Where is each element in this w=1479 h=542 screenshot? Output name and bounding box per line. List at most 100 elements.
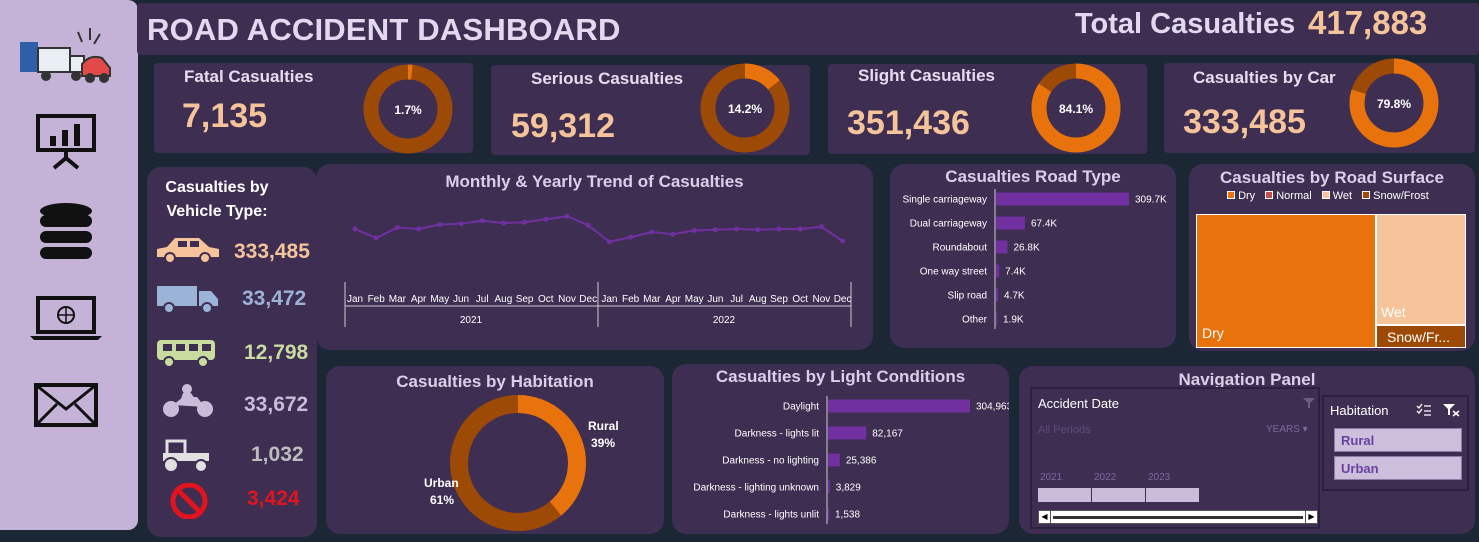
trend-point — [585, 222, 591, 228]
x-tick-label: Feb — [622, 294, 640, 305]
habitation-slicer[interactable]: Habitation Rural Urban — [1322, 395, 1469, 491]
trend-point — [479, 218, 485, 224]
kpi-donut-label: 84.1% — [1058, 102, 1094, 116]
year-bar-2021[interactable] — [1038, 488, 1091, 502]
total-casualties-value: 417,883 — [1308, 4, 1428, 41]
road-surface-panel: Casualties by Road Surface Dry Normal We… — [1189, 164, 1475, 351]
clear-filter-icon[interactable] — [1442, 403, 1460, 417]
kpi-donut-label: 14.2% — [727, 102, 763, 116]
bar — [828, 507, 829, 521]
bar — [828, 480, 830, 494]
trend-point — [564, 213, 570, 219]
trend-point — [373, 235, 379, 241]
bus-icon — [157, 340, 215, 368]
year-bar-2022[interactable] — [1092, 488, 1145, 502]
bar — [828, 426, 867, 440]
kpi-card-car: Casualties by Car 333,485 79.8% — [1164, 58, 1475, 153]
kpi-value: 59,312 — [511, 107, 615, 145]
page-title: ROAD ACCIDENT DASHBOARD — [147, 12, 621, 47]
motorcycle-icon — [163, 384, 213, 417]
multi-select-icon[interactable] — [1416, 403, 1432, 417]
category-label: Darkness - lights lit — [735, 429, 820, 440]
trend-point — [416, 226, 422, 232]
trend-point — [840, 238, 846, 244]
kpi-value: 7,135 — [182, 97, 268, 135]
bar — [996, 216, 1025, 230]
x-tick-label: Jan — [347, 294, 363, 305]
road-surface-legend: Dry Normal Wet Snow/Frost — [1227, 190, 1429, 202]
presentation-icon[interactable] — [18, 106, 114, 176]
habitation-option-rural[interactable]: Rural — [1334, 428, 1462, 452]
x-tick-label: Nov — [558, 294, 576, 305]
data-label: 304,963 — [976, 402, 1009, 413]
legend-snow: Snow/Frost — [1362, 190, 1429, 202]
kpi-donut-label: 79.8% — [1376, 97, 1412, 111]
habitation-option-urban[interactable]: Urban — [1334, 456, 1462, 480]
trend-point — [755, 227, 761, 233]
trend-point — [628, 234, 634, 240]
trend-point — [500, 220, 506, 226]
habitation-panel: Casualties by Habitation Rural 39% Urban… — [326, 366, 664, 534]
bar — [828, 453, 840, 467]
year-label-2021: 2021 — [1040, 472, 1063, 483]
kpi-title: Serious Casualties — [531, 69, 684, 88]
x-tick-label: Oct — [538, 294, 554, 305]
category-label: Roundabout — [933, 243, 988, 254]
trend-point — [818, 224, 824, 230]
accident-icon[interactable] — [18, 22, 114, 92]
year-label: 2021 — [460, 315, 483, 326]
kpi-card-serious: Serious Casualties 59,312 14.2% — [491, 63, 810, 155]
x-tick-label: Mar — [643, 294, 661, 305]
mail-icon[interactable] — [18, 370, 114, 440]
x-tick-label: Jun — [707, 294, 723, 305]
x-tick-label: Dec — [834, 294, 852, 305]
legend-dry: Dry — [1227, 190, 1255, 202]
x-tick-label: Jan — [601, 294, 617, 305]
scroll-left-icon[interactable]: ◀ — [1039, 511, 1051, 523]
x-tick-label: Mar — [389, 294, 407, 305]
bar — [996, 312, 997, 326]
kpi-card-slight: Slight Casualties 351,436 84.1% — [828, 63, 1147, 154]
trend-point — [797, 226, 803, 232]
habitation-donut — [450, 395, 586, 531]
accident-date-slicer[interactable]: Accident Date All Periods YEARS ▾ 2021 2… — [1030, 387, 1320, 529]
trend-point — [649, 229, 655, 235]
chart-title: Casualties by Road Surface — [1220, 168, 1444, 187]
category-label: One way street — [920, 267, 987, 278]
no-entry-icon — [170, 483, 208, 519]
category-label: Single carriageway — [903, 195, 988, 206]
kpi-donut-label: 1.7% — [394, 103, 422, 117]
data-label: 3,829 — [836, 483, 861, 494]
urban-label: Urban — [424, 476, 459, 490]
x-tick-label: Jun — [453, 294, 469, 305]
trend-point — [543, 216, 549, 222]
rural-label: Rural — [588, 419, 619, 433]
category-label: Darkness - lighting unknown — [693, 483, 819, 494]
trend-point — [734, 226, 740, 232]
x-tick-label: May — [685, 294, 704, 305]
bar — [996, 264, 1000, 278]
treemap-dry: Dry — [1196, 214, 1376, 348]
timeline-scrollbar[interactable]: ◀ ▶ — [1038, 510, 1318, 524]
data-label: 7.4K — [1005, 267, 1026, 278]
rural-pct: 39% — [591, 436, 616, 450]
vehicle-value-other: 3,424 — [247, 487, 300, 510]
vehicle-title-line1: Casualties by — [165, 179, 269, 196]
kpi-title: Slight Casualties — [858, 66, 995, 85]
scroll-right-icon[interactable]: ▶ — [1305, 511, 1317, 523]
x-tick-label: Apr — [665, 294, 681, 305]
x-tick-label: Dec — [579, 294, 597, 305]
all-periods-label: All Periods — [1038, 424, 1091, 436]
tractor-icon — [163, 439, 209, 473]
habitation-slicer-title: Habitation — [1330, 403, 1389, 418]
x-tick-label: Aug — [495, 294, 513, 305]
database-icon[interactable] — [18, 196, 114, 266]
year-label: 2022 — [713, 315, 736, 326]
clear-filter-icon[interactable] — [1302, 397, 1316, 409]
data-label: 1.9K — [1003, 315, 1024, 326]
laptop-globe-icon[interactable] — [18, 284, 114, 354]
year-bar-2023[interactable] — [1146, 488, 1199, 502]
data-label: 67.4K — [1031, 219, 1057, 230]
years-dropdown[interactable]: YEARS ▾ — [1266, 424, 1308, 435]
scroll-thumb[interactable] — [1053, 516, 1303, 519]
